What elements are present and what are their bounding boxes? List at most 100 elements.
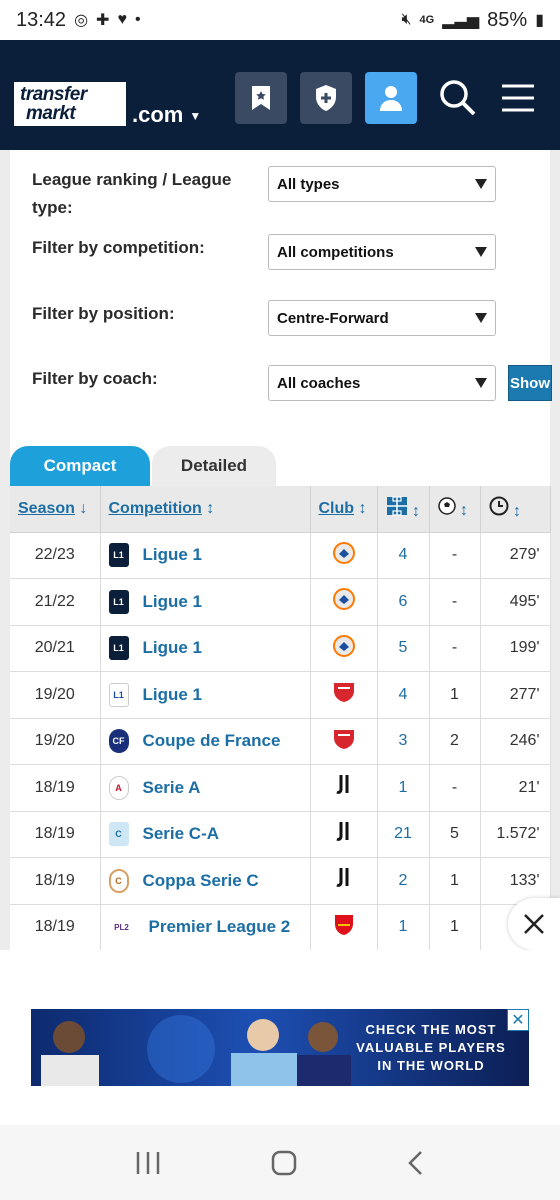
premier-league-2-logo-icon: PL2 — [108, 915, 135, 940]
competition-link[interactable]: Coupe de France — [143, 731, 281, 751]
ad-text-line: IN THE WORLD — [377, 1058, 485, 1073]
competition-select[interactable]: All competitions — [268, 234, 496, 270]
season-cell: 18/19 — [10, 857, 101, 905]
position-select[interactable]: Centre-Forward — [268, 300, 496, 336]
tab-detailed[interactable]: Detailed — [152, 446, 276, 486]
dropdown-arrow-icon — [475, 378, 487, 388]
juventus-badge-icon[interactable] — [334, 773, 354, 797]
status-time: 13:42 — [16, 8, 67, 31]
montpellier-badge-icon[interactable] — [332, 588, 355, 611]
filter-label: Filter by coach: — [32, 369, 158, 388]
close-ad-button[interactable] — [508, 898, 560, 950]
goals-column-header[interactable]: ↕ — [429, 486, 481, 533]
table-row: 18/19 C Serie C-A 21 5 1.572' — [10, 811, 551, 858]
shield-button[interactable] — [300, 72, 352, 124]
recent-apps-icon[interactable] — [134, 1150, 162, 1176]
juventus-badge-icon[interactable] — [334, 820, 354, 844]
season-cell: 18/19 — [10, 811, 101, 858]
serie-c-logo-icon: C — [108, 822, 129, 847]
search-button[interactable] — [436, 76, 480, 120]
domain-selector[interactable]: .com ▼ — [132, 102, 201, 128]
club-header-label: Club — [318, 499, 355, 517]
minutes-column-header[interactable]: ↕ — [480, 486, 551, 533]
season-cell: 18/19 — [10, 764, 101, 812]
appearances-cell[interactable]: 4 — [377, 532, 430, 579]
select-value: All types — [277, 175, 340, 193]
bookmark-icon — [252, 86, 270, 110]
appearances-cell[interactable]: 5 — [377, 625, 430, 672]
transfermarkt-logo[interactable]: transfer markt — [14, 82, 126, 126]
logo-line2: markt — [26, 103, 76, 124]
signal-icon: ▂▃▅ — [442, 12, 480, 29]
season-cell: 21/22 — [10, 578, 101, 626]
montpellier-badge-icon[interactable] — [332, 634, 355, 657]
table-row: 18/19 C Coppa Serie C 2 1 133' — [10, 857, 551, 905]
site-header: transfer markt .com ▼ — [0, 40, 560, 150]
battery-level: 85% — [487, 8, 528, 31]
sort-icon: ↕ — [358, 499, 367, 517]
competition-column-header[interactable]: Competition ↕ — [100, 486, 311, 533]
stats-table-container: Season ↓ Competition ↕ Club ↕ ↕ ↕ ↕ 22/2… — [10, 486, 551, 951]
dijon-badge-icon[interactable] — [332, 680, 356, 704]
season-column-header[interactable]: Season ↓ — [10, 486, 101, 533]
competition-link[interactable]: Serie A — [143, 778, 201, 798]
goals-cell: 1 — [429, 671, 481, 719]
ligue1-logo-icon: L1 — [108, 589, 129, 614]
competition-link[interactable]: Ligue 1 — [143, 638, 203, 658]
appearances-cell[interactable]: 21 — [377, 811, 430, 858]
close-icon — [524, 914, 544, 934]
ad-area: CHECK THE MOST VALUABLE PLAYERS IN THE W… — [0, 950, 560, 1125]
stats-card: League ranking / League type: All types … — [10, 150, 552, 951]
competition-link[interactable]: Ligue 1 — [143, 592, 203, 612]
sort-icon: ↕ — [206, 499, 215, 517]
select-value: All competitions — [277, 243, 394, 261]
competition-link[interactable]: Coppa Serie C — [143, 871, 259, 891]
minutes-cell: 277' — [480, 671, 551, 719]
select-value: Centre-Forward — [277, 309, 389, 327]
hamburger-menu-icon — [502, 84, 534, 112]
season-cell: 22/23 — [10, 532, 101, 579]
juventus-badge-icon[interactable] — [334, 866, 354, 890]
ad-text-line: CHECK THE MOST — [365, 1022, 497, 1037]
appearances-column-header[interactable]: ↕ — [377, 486, 430, 533]
serie-a-logo-icon: A — [108, 775, 129, 800]
coach-select[interactable]: All coaches — [268, 365, 496, 401]
league-type-select[interactable]: All types — [268, 166, 496, 202]
club-column-header[interactable]: Club ↕ — [310, 486, 378, 533]
minutes-cell: 199' — [480, 625, 551, 672]
appearances-cell[interactable]: 4 — [377, 671, 430, 719]
ad-banner[interactable]: CHECK THE MOST VALUABLE PLAYERS IN THE W… — [31, 1009, 529, 1086]
montpellier-badge-icon[interactable] — [332, 541, 355, 564]
appearances-cell[interactable]: 3 — [377, 718, 430, 765]
profile-button[interactable] — [365, 72, 417, 124]
dropdown-arrow-icon — [475, 313, 487, 323]
appearances-cell[interactable]: 1 — [377, 904, 430, 951]
sort-icon: ↕ — [512, 503, 521, 521]
arsenal-badge-icon[interactable] — [333, 913, 355, 937]
appearances-cell[interactable]: 1 — [377, 764, 430, 812]
appearances-cell[interactable]: 2 — [377, 857, 430, 905]
competition-link[interactable]: Ligue 1 — [143, 545, 203, 565]
competition-link[interactable]: Serie C-A — [143, 824, 220, 844]
sort-icon: ↕ — [459, 502, 468, 520]
whatsapp-icon: ◎ — [74, 12, 89, 29]
competition-header-label: Competition — [108, 499, 202, 517]
bookmark-button[interactable] — [235, 72, 287, 124]
menu-button[interactable] — [496, 76, 540, 120]
sort-icon: ↕ — [411, 503, 420, 521]
ligue1-logo-icon: L1 — [108, 636, 129, 661]
goals-cell: - — [429, 764, 481, 812]
search-icon — [440, 80, 476, 116]
tab-compact[interactable]: Compact — [10, 446, 150, 486]
competition-link[interactable]: Ligue 1 — [143, 685, 203, 705]
back-icon[interactable] — [406, 1149, 426, 1177]
competition-link[interactable]: Premier League 2 — [149, 917, 291, 937]
show-button[interactable]: Show — [508, 365, 552, 401]
goals-cell: 5 — [429, 811, 481, 858]
dijon-badge-icon[interactable] — [332, 727, 356, 751]
appearances-cell[interactable]: 6 — [377, 578, 430, 626]
main-content: League ranking / League type: All types … — [0, 150, 560, 951]
home-icon[interactable] — [270, 1149, 298, 1177]
ad-close-button[interactable]: ✕ — [507, 1009, 529, 1031]
domain-label: .com — [132, 102, 184, 127]
